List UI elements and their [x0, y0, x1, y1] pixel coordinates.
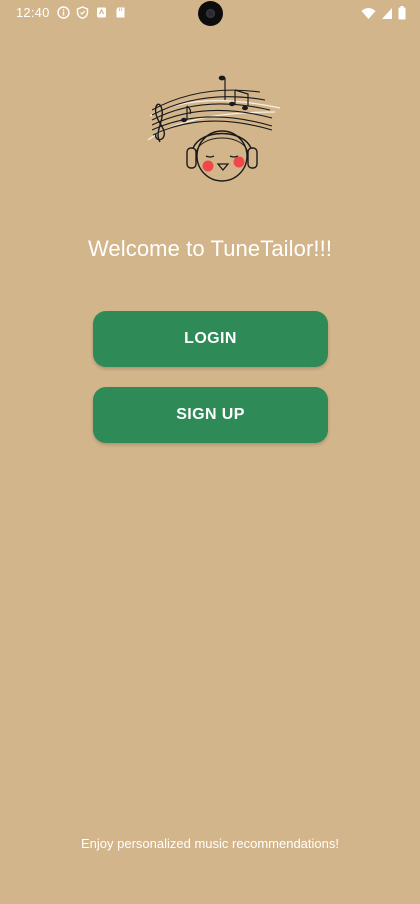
- battery-icon: [398, 6, 406, 25]
- music-headphones-logo: [147, 75, 281, 182]
- login-button[interactable]: LOGIN: [93, 311, 328, 367]
- app-icon: [95, 6, 108, 19]
- cellular-icon: [381, 7, 393, 25]
- app-logo: [140, 70, 285, 188]
- shield-icon: [76, 6, 89, 20]
- status-time: 12:40: [16, 5, 50, 20]
- footer-tagline: Enjoy personalized music recommendations…: [81, 836, 339, 851]
- info-icon: [57, 6, 70, 19]
- status-notification-icons: [57, 6, 127, 20]
- sd-card-icon: [114, 6, 127, 19]
- status-system-icons: [361, 6, 406, 25]
- camera-cutout: [198, 1, 223, 26]
- welcome-title: Welcome to TuneTailor!!!: [87, 236, 333, 261]
- wifi-icon: [361, 7, 376, 25]
- status-bar: 12:40: [0, 0, 420, 26]
- sign-up-button[interactable]: SIGN UP: [93, 387, 328, 443]
